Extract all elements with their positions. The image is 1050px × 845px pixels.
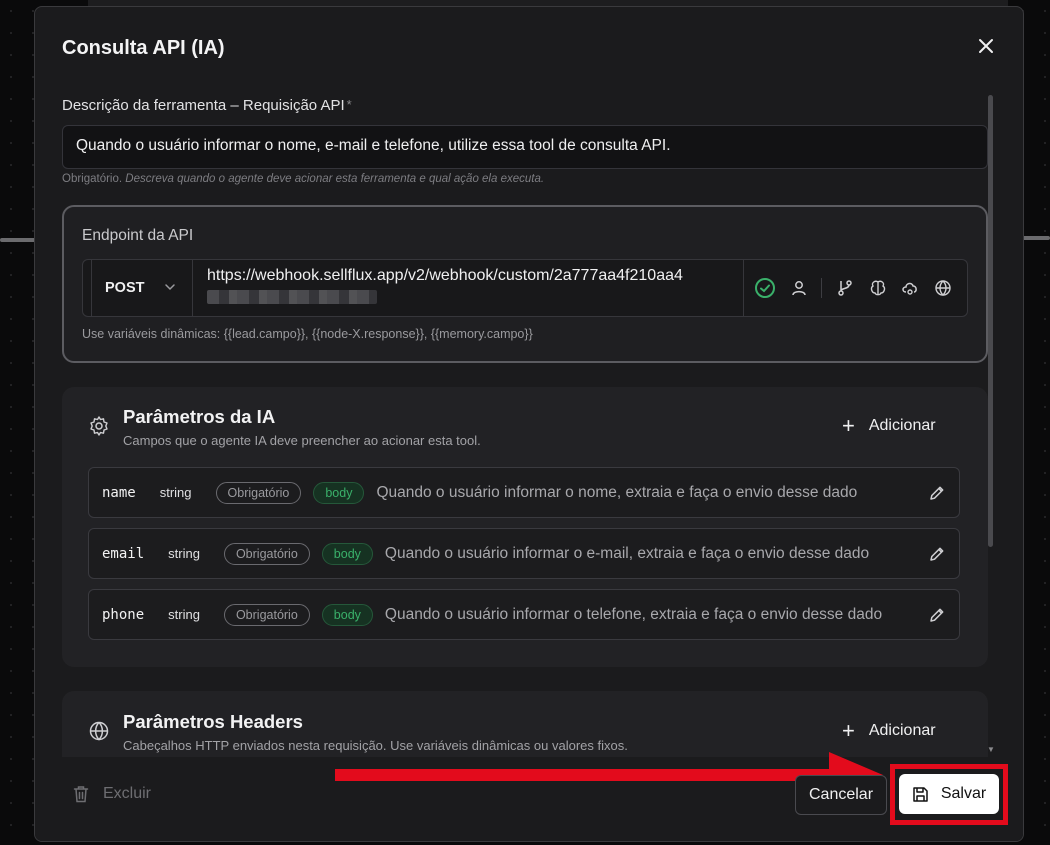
param-description: Quando o usuário informar o e-mail, extr…	[384, 544, 870, 562]
param-name: email	[102, 545, 145, 562]
param-type: string	[168, 607, 200, 622]
headers-params-title: Parâmetros Headers	[123, 711, 303, 732]
add-ai-param-button[interactable]: + Adicionar	[842, 415, 936, 437]
url-input[interactable]: https://webhook.sellflux.app/v2/webhook/…	[207, 267, 735, 285]
scrollbar-thumb[interactable]	[988, 95, 993, 547]
pencil-icon[interactable]	[927, 605, 947, 625]
description-help-text: Descreva quando o agente deve acionar es…	[125, 173, 545, 185]
add-ai-param-label: Adicionar	[868, 417, 936, 434]
description-label-text: Descrição da ferramenta – Requisição API	[62, 97, 345, 114]
plus-icon: +	[842, 413, 855, 438]
url-divider	[743, 260, 744, 316]
method-label: POST	[105, 280, 145, 296]
plus-icon: +	[842, 718, 855, 743]
pencil-icon[interactable]	[927, 483, 947, 503]
param-description: Quando o usuário informar o telefone, ex…	[384, 605, 883, 623]
cloud-icon[interactable]	[898, 276, 922, 300]
method-select[interactable]: POST	[91, 260, 193, 316]
close-icon	[979, 39, 993, 53]
param-row-phone[interactable]: phone string Obrigatório body Quando o u…	[88, 589, 960, 640]
globe-icon[interactable]	[931, 276, 955, 300]
param-type: string	[168, 546, 200, 561]
close-button[interactable]	[973, 33, 999, 59]
modal-title: Consulta API (IA)	[62, 37, 225, 59]
save-icon	[913, 786, 928, 802]
endpoint-help: Use variáveis dinâmicas: {{lead.campo}},…	[82, 327, 533, 341]
description-help: Obrigatório. Descreva quando o agente de…	[62, 173, 544, 185]
description-label: Descrição da ferramenta – Requisição API…	[62, 97, 352, 114]
save-label: Salvar	[940, 785, 987, 802]
param-description: Quando o usuário informar o nome, extrai…	[376, 483, 858, 501]
delete-label: Excluir	[103, 785, 152, 802]
cancel-label: Cancelar	[808, 786, 874, 803]
pencil-icon[interactable]	[927, 544, 947, 564]
param-name: name	[102, 484, 136, 501]
required-mark: *	[346, 97, 352, 112]
backdrop-connector-right	[1022, 236, 1050, 240]
save-button[interactable]: Salvar	[899, 774, 999, 814]
modal-footer: Excluir Cancelar Salvar	[35, 752, 1023, 841]
url-redacted-segment	[207, 290, 377, 304]
annotation-arrow-shaft	[335, 769, 833, 781]
tool-config-modal: Consulta API (IA) Descrição da ferrament…	[34, 6, 1024, 842]
endpoint-title: Endpoint da API	[82, 227, 194, 244]
endpoint-row: POST https://webhook.sellflux.app/v2/web…	[82, 259, 968, 317]
param-row-name[interactable]: name string Obrigatório body Quando o us…	[88, 467, 960, 518]
add-header-param-button[interactable]: + Adicionar	[842, 720, 936, 742]
delete-button[interactable]: Excluir	[73, 785, 151, 803]
param-name: phone	[102, 606, 145, 623]
required-badge: Obrigatório	[215, 481, 302, 504]
ai-params-title: Parâmetros da IA	[123, 406, 276, 427]
brain-icon[interactable]	[866, 276, 890, 300]
param-type: string	[159, 485, 192, 500]
location-badge: body	[321, 603, 373, 626]
headers-params-subtitle: Cabeçalhos HTTP enviados nesta requisiçã…	[123, 738, 628, 753]
globe-icon	[89, 721, 109, 741]
description-input[interactable]: Quando o usuário informar o nome, e-mail…	[62, 125, 988, 169]
param-row-email[interactable]: email string Obrigatório body Quando o u…	[88, 528, 960, 579]
icon-separator	[821, 278, 822, 298]
ai-params-subtitle: Campos que o agente IA deve preencher ao…	[123, 433, 481, 448]
scroll-down-arrow-icon[interactable]: ▼	[987, 745, 995, 754]
endpoint-card: Endpoint da API POST https://webhook.sel…	[62, 205, 988, 363]
required-badge: Obrigatório	[223, 542, 310, 565]
cancel-button[interactable]: Cancelar	[795, 775, 887, 815]
add-header-param-label: Adicionar	[868, 722, 936, 739]
location-badge: body	[321, 542, 373, 565]
description-help-prefix: Obrigatório.	[62, 173, 123, 185]
backdrop-connector-left	[0, 238, 36, 242]
user-icon[interactable]	[787, 276, 811, 300]
required-badge: Obrigatório	[223, 603, 310, 626]
check-circle-icon[interactable]	[753, 276, 777, 300]
gear-icon	[90, 416, 108, 436]
chevron-down-icon	[165, 284, 175, 291]
location-badge: body	[313, 481, 365, 504]
git-branch-icon[interactable]	[833, 276, 857, 300]
ai-params-card: Parâmetros da IA Campos que o agente IA …	[62, 387, 988, 667]
trash-icon	[73, 786, 89, 803]
